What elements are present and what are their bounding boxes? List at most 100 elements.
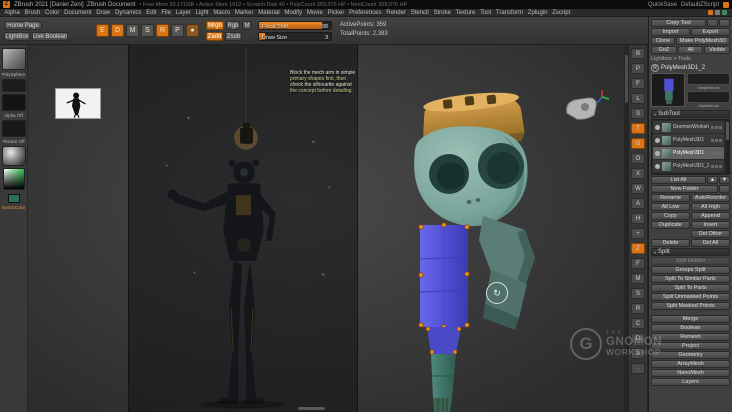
palette-icon[interactable] bbox=[708, 10, 713, 15]
lsym-icon[interactable]: S bbox=[631, 108, 645, 119]
subtool-action-button[interactable]: Delete bbox=[651, 239, 690, 247]
depth-icon[interactable]: D bbox=[631, 333, 645, 344]
menu-item[interactable]: Alpha bbox=[2, 10, 22, 16]
eye-icon[interactable] bbox=[655, 137, 660, 143]
split-action-button[interactable]: Groups Split bbox=[651, 266, 730, 274]
menu-item[interactable]: Color bbox=[43, 10, 62, 16]
subtool-mini-icons[interactable] bbox=[711, 164, 722, 168]
palette-section-button[interactable]: NanoMesh bbox=[651, 369, 730, 377]
menu-item[interactable]: Zplugin bbox=[525, 10, 549, 16]
quick-pick-thumb[interactable] bbox=[687, 73, 730, 85]
scale-gyro-icon[interactable]: S bbox=[141, 24, 154, 37]
active-tool-thumb[interactable] bbox=[651, 73, 685, 107]
live-boolean-button[interactable]: Live Boolean bbox=[32, 32, 68, 41]
subtool-action-button[interactable]: Del Other bbox=[691, 230, 730, 238]
reference-image-panel[interactable] bbox=[128, 45, 358, 412]
menu-item[interactable]: Zscript bbox=[550, 10, 573, 16]
PolyMesh3D1[interactable]: PolyMesh3D1 bbox=[653, 147, 724, 159]
subtool-action-button[interactable]: All High bbox=[691, 203, 730, 211]
xpose-icon[interactable]: X bbox=[631, 168, 645, 179]
PolyMesh3D1[interactable]: PolyMesh3D1 bbox=[653, 134, 724, 146]
quicksave-button[interactable]: QuickSave bbox=[648, 2, 677, 8]
palette-section-button[interactable]: Geometry bbox=[651, 351, 730, 359]
palette-section-button[interactable]: Remesh bbox=[651, 333, 730, 341]
menu-icon[interactable]: ≡ bbox=[631, 348, 645, 359]
goz-button[interactable]: GoZ bbox=[651, 46, 677, 54]
sculpt-model[interactable] bbox=[385, 90, 585, 412]
rgb-button[interactable]: Rgb bbox=[226, 21, 240, 30]
rotate-gyro-icon[interactable]: R bbox=[156, 24, 169, 37]
rotate-view-icon[interactable]: R bbox=[631, 303, 645, 314]
switch-color-swatch[interactable] bbox=[7, 194, 20, 203]
split-action-button[interactable]: Split Unmasked Points bbox=[651, 293, 730, 301]
subtool-mini-icons[interactable] bbox=[711, 125, 722, 129]
menu-item[interactable]: Modify bbox=[282, 10, 304, 16]
subtool-section-header[interactable]: SubTool bbox=[651, 110, 730, 118]
menu-item[interactable]: Stroke bbox=[431, 10, 453, 16]
load-tool-icon[interactable] bbox=[707, 19, 718, 27]
goz-all-button[interactable]: All bbox=[677, 46, 704, 54]
subtool-action-button[interactable]: Append bbox=[691, 212, 730, 220]
session-icon[interactable] bbox=[723, 1, 729, 8]
document-canvas[interactable]: Block the mech arm in simple primary shap… bbox=[28, 45, 628, 412]
eye-icon[interactable] bbox=[655, 124, 660, 130]
draw-pointer-icon[interactable]: D bbox=[111, 24, 124, 37]
draw-size-slider[interactable]: Draw Size 3 bbox=[258, 32, 332, 41]
actual-size-icon[interactable]: H bbox=[631, 213, 645, 224]
menu-item[interactable]: Draw bbox=[94, 10, 113, 16]
menu-item[interactable]: Dynamics bbox=[113, 10, 144, 16]
m-button[interactable]: M bbox=[242, 21, 252, 30]
subtool-action-button[interactable]: Rename bbox=[651, 194, 690, 202]
canvas-horizontal-scrollbar[interactable] bbox=[298, 407, 325, 410]
dot-icon[interactable]: · bbox=[631, 363, 645, 374]
rotate-gizmo[interactable]: ↻ bbox=[486, 282, 508, 304]
split-action-button[interactable]: Split Masked Points bbox=[651, 302, 730, 310]
subtool-action-button[interactable]: Duplicate bbox=[651, 221, 690, 229]
clone-button[interactable]: Clone bbox=[651, 37, 675, 45]
transp-icon[interactable]: T bbox=[631, 123, 645, 134]
save-tool-icon[interactable] bbox=[719, 19, 730, 27]
zoom-icon[interactable]: Z bbox=[631, 243, 645, 254]
zadd-button[interactable]: Zadd bbox=[206, 32, 223, 41]
menu-item[interactable]: Macro bbox=[211, 10, 232, 16]
menu-item[interactable]: File bbox=[159, 10, 173, 16]
subtool-mini-icons[interactable] bbox=[711, 151, 722, 155]
scroll-icon[interactable]: + bbox=[631, 228, 645, 239]
subtool-action-button[interactable]: Del All bbox=[691, 239, 730, 247]
polyframe-icon[interactable]: W bbox=[631, 183, 645, 194]
subtool-action-button[interactable]: Copy bbox=[651, 212, 690, 220]
palette-section-button[interactable]: Project bbox=[651, 342, 730, 350]
current-tool-thumb[interactable] bbox=[1, 48, 26, 70]
menu-item[interactable]: Brush bbox=[22, 10, 42, 16]
palette-section-button[interactable]: Layers bbox=[651, 378, 730, 386]
material-thumb[interactable] bbox=[1, 146, 26, 166]
paint-mode-icon[interactable]: P bbox=[171, 24, 184, 37]
subtool-action-button[interactable]: Insert bbox=[691, 221, 730, 229]
menu-item[interactable]: Light bbox=[193, 10, 211, 16]
export-button[interactable]: Export bbox=[691, 28, 730, 36]
PolyMesh3D1_2[interactable]: PolyMesh3D1_2 bbox=[653, 160, 724, 172]
new-folder-button[interactable]: New Folder bbox=[651, 185, 718, 193]
eye-icon[interactable] bbox=[655, 150, 660, 156]
palette-section-button[interactable]: Boolean bbox=[651, 324, 730, 332]
split-action-button[interactable]: Split Hidden bbox=[651, 257, 730, 265]
menu-item[interactable]: Layer bbox=[173, 10, 193, 16]
subtool-up-button[interactable]: ▲ bbox=[707, 176, 718, 184]
lightbox-button[interactable]: LightBox bbox=[4, 32, 30, 41]
split-action-button[interactable]: Split To Parts bbox=[651, 284, 730, 292]
home-page-button[interactable]: Home Page bbox=[4, 21, 42, 30]
palette-section-button[interactable]: ArrayMesh bbox=[651, 360, 730, 368]
subtool-scrollbar[interactable] bbox=[726, 120, 729, 174]
menu-item[interactable]: Render bbox=[384, 10, 408, 16]
color-picker[interactable] bbox=[2, 168, 25, 190]
subtool-mini-icons[interactable] bbox=[711, 138, 722, 142]
move-view-icon[interactable]: M bbox=[631, 273, 645, 284]
GnomonWorkshop2[interactable]: GnomonWorkshop2 bbox=[653, 121, 724, 133]
aa-half-icon[interactable]: A bbox=[631, 198, 645, 209]
menu-item[interactable]: Texture bbox=[453, 10, 477, 16]
bpr-icon[interactable]: B bbox=[631, 48, 645, 59]
edit-object-icon[interactable]: E bbox=[96, 24, 109, 37]
alpha-thumb[interactable] bbox=[1, 94, 26, 111]
texture-thumb[interactable] bbox=[1, 120, 26, 137]
clip-icon[interactable]: C bbox=[631, 318, 645, 329]
